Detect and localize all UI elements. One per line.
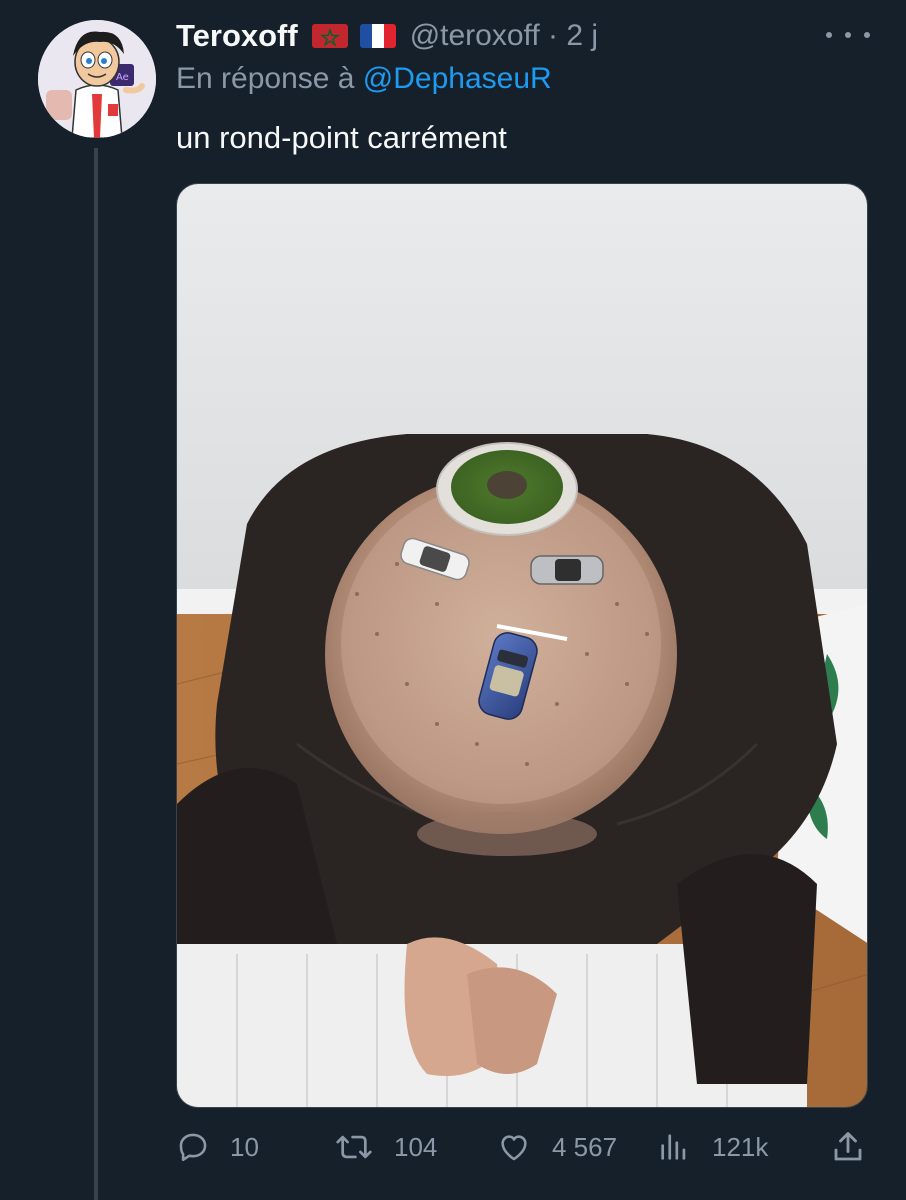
france-flag-icon xyxy=(359,24,396,48)
share-button[interactable] xyxy=(830,1124,866,1170)
like-button[interactable]: 4 567 xyxy=(496,1124,617,1170)
morocco-flag-icon xyxy=(311,24,348,48)
tweet-text: un rond-point carrément xyxy=(176,120,507,155)
reply-icon xyxy=(179,1133,207,1162)
reply-count: 10 xyxy=(230,1131,259,1162)
retweet-count: 104 xyxy=(394,1131,438,1162)
avatar[interactable]: Ae xyxy=(38,20,156,138)
tweet-header: Teroxoff @teroxoff · 2 j xyxy=(176,14,598,58)
share-icon xyxy=(834,1132,862,1161)
tweet-media-photo[interactable] xyxy=(176,183,868,1108)
reply-mention-link[interactable]: @DephaseuR xyxy=(363,62,552,95)
handle-and-time[interactable]: @teroxoff · 2 j xyxy=(410,19,598,53)
more-options-icon[interactable] xyxy=(826,20,870,50)
views-bar-chart-icon xyxy=(661,1134,686,1160)
like-count: 4 567 xyxy=(552,1131,618,1162)
display-name[interactable]: Teroxoff xyxy=(176,18,298,54)
views-button[interactable]: 121k xyxy=(656,1124,768,1170)
reply-context: En réponse à @DephaseuR xyxy=(176,62,552,96)
photo-illustration xyxy=(177,184,867,1107)
views-count: 121k xyxy=(712,1131,769,1162)
retweet-icon xyxy=(336,1135,372,1159)
tweet-action-bar: 10 104 4 567 121k xyxy=(176,1124,868,1170)
heart-icon xyxy=(501,1135,527,1161)
thread-line xyxy=(94,148,98,1200)
svg-text:Ae: Ae xyxy=(116,72,129,83)
retweet-button[interactable]: 104 xyxy=(334,1124,437,1170)
reply-button[interactable]: 10 xyxy=(176,1124,259,1170)
reply-prefix: En réponse à xyxy=(176,62,363,95)
tweet-container: Ae Teroxoff @teroxoff · 2 j En réponse à… xyxy=(0,0,906,1200)
